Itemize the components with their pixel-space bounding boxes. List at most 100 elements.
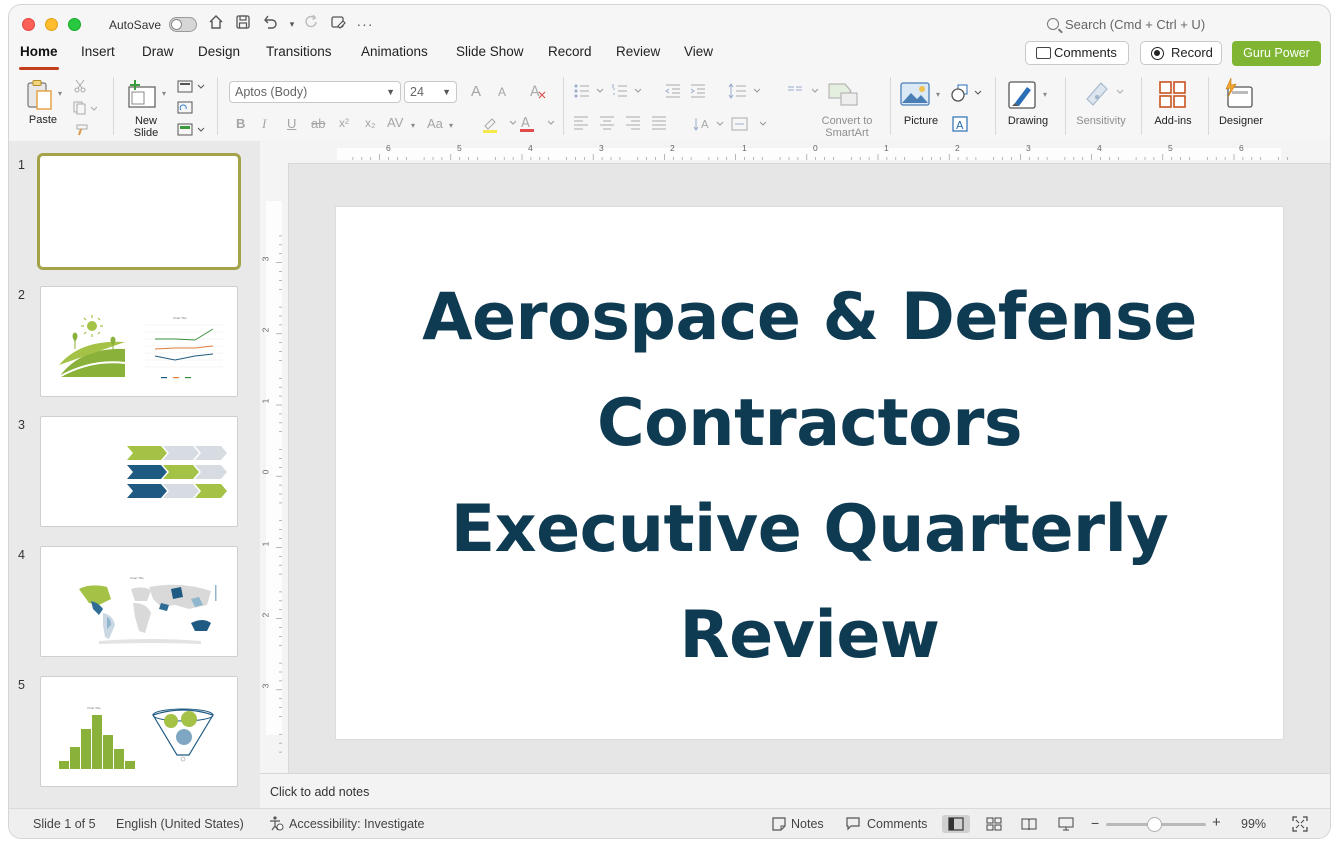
- zoom-slider-handle[interactable]: [1147, 817, 1162, 832]
- zoom-window-button[interactable]: [68, 18, 81, 31]
- current-slide[interactable]: Aerospace & Defense Contractors Executiv…: [336, 207, 1283, 739]
- more-options-icon[interactable]: ···: [355, 14, 375, 34]
- cut-icon[interactable]: [73, 79, 87, 98]
- sensitivity-icon[interactable]: [1083, 79, 1129, 112]
- align-center-icon[interactable]: [599, 115, 615, 136]
- notes-toggle[interactable]: Notes: [791, 817, 824, 831]
- font-color-icon[interactable]: A: [519, 115, 559, 138]
- align-text-icon[interactable]: [731, 115, 771, 138]
- close-window-button[interactable]: [22, 18, 35, 31]
- zoom-level[interactable]: 99%: [1241, 817, 1266, 831]
- tab-record[interactable]: Record: [548, 44, 592, 59]
- superscript-button[interactable]: x²: [339, 116, 349, 130]
- reading-view-button[interactable]: [1015, 815, 1043, 833]
- new-slide-icon[interactable]: [127, 79, 161, 114]
- columns-icon[interactable]: [787, 83, 823, 104]
- subscript-button[interactable]: x₂: [365, 116, 376, 130]
- comments-button[interactable]: Comments: [1025, 41, 1129, 65]
- paste-menu-chevron-icon[interactable]: ▾: [58, 89, 62, 98]
- normal-view-button[interactable]: [942, 815, 970, 833]
- add-ins-icon[interactable]: [1157, 79, 1189, 116]
- chevron-down-icon[interactable]: ▾: [449, 121, 453, 130]
- shapes-icon[interactable]: [951, 84, 985, 107]
- notes-pane[interactable]: Click to add notes: [260, 773, 1330, 808]
- autosave-toggle[interactable]: [169, 17, 197, 32]
- line-spacing-icon[interactable]: [728, 83, 764, 104]
- format-painter-icon[interactable]: [73, 123, 89, 141]
- tab-review[interactable]: Review: [616, 44, 660, 59]
- undo-icon[interactable]: [260, 14, 280, 34]
- slide-thumbnail-4[interactable]: Chart Title: [40, 546, 238, 657]
- increase-indent-icon[interactable]: [690, 83, 708, 104]
- slide-title[interactable]: Aerospace & Defense Contractors Executiv…: [366, 265, 1253, 689]
- decrease-indent-icon[interactable]: [665, 83, 683, 104]
- comments-icon[interactable]: [845, 816, 861, 834]
- copy-icon[interactable]: [73, 101, 98, 120]
- tab-view[interactable]: View: [684, 44, 713, 59]
- slide-editor: 6 5 4 3 2 1 0 1 2 3 4 5 6 3 2 1 0 1 2 3: [260, 141, 1330, 773]
- character-spacing-button[interactable]: AV: [387, 115, 403, 130]
- drawing-menu-chevron-icon[interactable]: ▾: [1043, 90, 1047, 99]
- home-icon[interactable]: [206, 14, 226, 34]
- italic-button[interactable]: I: [262, 116, 266, 132]
- slide-thumbnail-1[interactable]: [37, 153, 241, 270]
- justify-icon[interactable]: [651, 115, 667, 136]
- minimize-window-button[interactable]: [45, 18, 58, 31]
- picture-icon[interactable]: [900, 81, 932, 112]
- slide-number: 3: [18, 418, 25, 432]
- paste-icon[interactable]: [25, 79, 59, 116]
- accessibility-icon[interactable]: [268, 815, 284, 834]
- search-box[interactable]: Search (Cmd + Ctrl + U): [1047, 17, 1205, 32]
- convert-smartart-icon[interactable]: [827, 81, 861, 112]
- undo-menu-chevron-icon[interactable]: ▾: [282, 14, 302, 34]
- highlight-color-icon[interactable]: [481, 115, 521, 138]
- accessibility-status[interactable]: Accessibility: Investigate: [289, 817, 424, 831]
- language-indicator[interactable]: English (United States): [116, 817, 244, 831]
- tab-slide-show[interactable]: Slide Show: [456, 44, 524, 59]
- shrink-font-icon[interactable]: A: [498, 85, 506, 99]
- tab-design[interactable]: Design: [198, 44, 240, 59]
- align-left-icon[interactable]: [573, 115, 589, 136]
- clear-formatting-icon[interactable]: A: [529, 83, 547, 104]
- font-name-dropdown[interactable]: Aptos (Body) ▼: [229, 81, 401, 103]
- new-slide-chevron-icon[interactable]: ▾: [162, 89, 166, 98]
- zoom-out-button[interactable]: −: [1091, 815, 1099, 831]
- tab-animations[interactable]: Animations: [361, 44, 428, 59]
- underline-button[interactable]: U: [287, 116, 296, 131]
- slide-thumbnail-3[interactable]: [40, 416, 238, 527]
- layout-icon[interactable]: [177, 80, 207, 99]
- save-icon[interactable]: [233, 14, 253, 34]
- comments-toggle[interactable]: Comments: [867, 817, 927, 831]
- slide-thumbnail-2[interactable]: Chart Title: [40, 286, 238, 397]
- notes-icon[interactable]: [771, 816, 787, 834]
- bold-button[interactable]: B: [236, 116, 245, 131]
- text-direction-icon[interactable]: A: [693, 115, 729, 138]
- slide-thumbnail-5[interactable]: Chart Title: [40, 676, 238, 787]
- designer-icon[interactable]: [1222, 77, 1256, 116]
- grow-font-icon[interactable]: A: [471, 83, 481, 100]
- align-right-icon[interactable]: [625, 115, 641, 136]
- strikethrough-button[interactable]: ab: [311, 116, 325, 131]
- record-button[interactable]: Record: [1140, 41, 1222, 65]
- tab-home[interactable]: Home: [20, 44, 58, 59]
- tab-insert[interactable]: Insert: [81, 44, 115, 59]
- slide-show-button[interactable]: [1052, 815, 1080, 833]
- picture-menu-chevron-icon[interactable]: ▾: [936, 90, 940, 99]
- bullets-icon[interactable]: [573, 83, 607, 104]
- change-case-button[interactable]: Aa: [427, 116, 443, 131]
- text-box-icon[interactable]: A: [951, 115, 969, 138]
- font-size-dropdown[interactable]: 24 ▼: [404, 81, 457, 103]
- customize-toolbar-icon[interactable]: [328, 14, 348, 34]
- zoom-in-button[interactable]: +: [1212, 814, 1221, 831]
- guru-power-button[interactable]: Guru Power: [1232, 41, 1321, 66]
- tab-draw[interactable]: Draw: [142, 44, 174, 59]
- slide-sorter-button[interactable]: [980, 815, 1008, 833]
- section-icon[interactable]: [177, 123, 207, 142]
- tab-transitions[interactable]: Transitions: [266, 44, 332, 59]
- reset-slide-icon[interactable]: [177, 101, 193, 120]
- drawing-icon[interactable]: [1007, 79, 1039, 116]
- numbering-icon[interactable]: [611, 83, 645, 104]
- chevron-down-icon[interactable]: ▾: [411, 121, 415, 130]
- fit-to-window-icon[interactable]: [1292, 816, 1308, 835]
- redo-icon[interactable]: [302, 14, 322, 34]
